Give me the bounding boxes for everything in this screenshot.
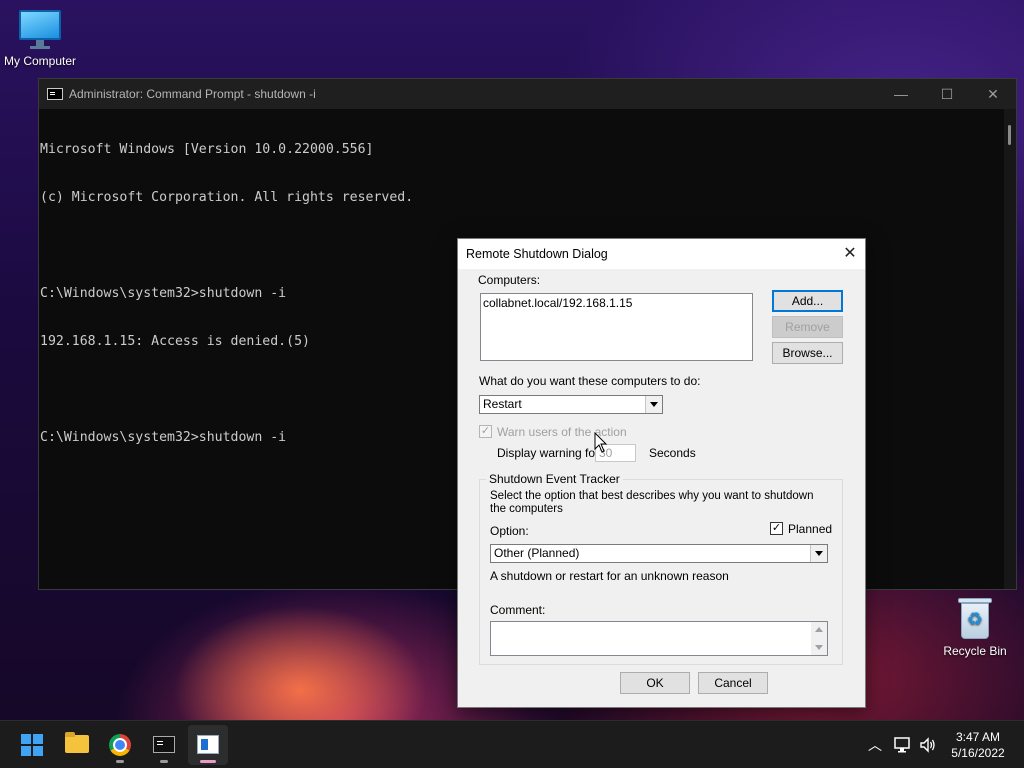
- cmd-titlebar[interactable]: Administrator: Command Prompt - shutdown…: [39, 79, 1016, 109]
- planned-checkbox[interactable]: ✓: [770, 522, 783, 535]
- clock-time: 3:47 AM: [955, 730, 1001, 744]
- computers-label: Computers:: [478, 273, 541, 287]
- console-line: Microsoft Windows [Version 10.0.22000.55…: [40, 142, 374, 157]
- terminal-icon: [153, 736, 175, 753]
- mouse-cursor-icon: [594, 432, 608, 453]
- tracker-title: Shutdown Event Tracker: [486, 472, 623, 486]
- cmd-close-button[interactable]: ✕: [970, 79, 1016, 109]
- cmd-minimize-button[interactable]: —: [878, 79, 924, 109]
- option-select-value: Other (Planned): [494, 546, 580, 560]
- computers-listbox[interactable]: collabnet.local/192.168.1.15: [480, 293, 753, 361]
- taskbar-file-explorer[interactable]: [57, 725, 97, 765]
- taskbar: ︿ 3:47 AM 5/16/2022: [0, 720, 1024, 768]
- comment-textarea[interactable]: [490, 621, 828, 656]
- monitor-icon: [19, 10, 61, 50]
- my-computer-label: My Computer: [3, 54, 77, 68]
- dialog-window-icon: [197, 735, 219, 754]
- add-button[interactable]: Add...: [772, 290, 843, 312]
- clock-date: 5/16/2022: [951, 746, 1005, 760]
- scroll-up-icon[interactable]: [815, 627, 823, 632]
- windows-logo-icon: [21, 734, 43, 756]
- browse-button[interactable]: Browse...: [772, 342, 843, 364]
- chevron-down-icon[interactable]: [645, 396, 662, 413]
- taskbar-chrome[interactable]: [100, 725, 140, 765]
- active-indicator: [200, 760, 216, 763]
- dialog-close-button[interactable]: ✕: [835, 239, 865, 269]
- recycle-bin-label: Recycle Bin: [943, 644, 1007, 658]
- dialog-titlebar[interactable]: Remote Shutdown Dialog ✕: [458, 239, 865, 269]
- remove-button[interactable]: Remove: [772, 316, 843, 338]
- running-indicator: [160, 760, 168, 763]
- comment-label: Comment:: [490, 603, 546, 617]
- seconds-label: Seconds: [649, 446, 696, 460]
- display-warning-label: Display warning for: [497, 446, 600, 460]
- option-label: Option:: [490, 524, 529, 538]
- running-indicator: [116, 760, 124, 763]
- console-line: (c) Microsoft Corporation. All rights re…: [40, 190, 414, 205]
- action-select[interactable]: Restart: [479, 395, 663, 414]
- recycle-bin-desktop-icon[interactable]: ♻ Recycle Bin: [935, 598, 1015, 658]
- scroll-down-icon[interactable]: [815, 645, 823, 650]
- chrome-icon: [109, 734, 131, 756]
- my-computer-desktop-icon[interactable]: My Computer: [0, 10, 80, 68]
- action-label: What do you want these computers to do:: [479, 374, 701, 388]
- taskbar-command-prompt[interactable]: [144, 725, 184, 765]
- list-item[interactable]: collabnet.local/192.168.1.15: [483, 296, 632, 310]
- taskbar-clock[interactable]: 3:47 AM 5/16/2022: [944, 729, 1012, 761]
- network-icon[interactable]: [893, 735, 913, 755]
- tray-overflow-chevron-icon[interactable]: ︿: [864, 721, 886, 768]
- warn-users-checkbox[interactable]: ✓: [479, 425, 492, 438]
- volume-icon[interactable]: [918, 735, 938, 755]
- cmd-maximize-button[interactable]: ☐: [924, 79, 970, 109]
- action-select-value: Restart: [483, 397, 522, 411]
- cancel-button[interactable]: Cancel: [698, 672, 768, 694]
- taskbar-remote-shutdown[interactable]: [188, 725, 228, 765]
- cmd-app-icon: [47, 88, 63, 100]
- cmd-scrollbar[interactable]: [1004, 109, 1016, 589]
- chevron-down-icon[interactable]: [810, 545, 827, 562]
- ok-button[interactable]: OK: [620, 672, 690, 694]
- comment-scrollbar[interactable]: [811, 622, 827, 655]
- tracker-description: Select the option that best describes wh…: [490, 490, 814, 515]
- planned-label: Planned: [788, 522, 833, 536]
- reason-text: A shutdown or restart for an unknown rea…: [490, 569, 729, 583]
- recycle-bin-icon: ♻: [958, 598, 992, 640]
- option-select[interactable]: Other (Planned): [490, 544, 828, 563]
- folder-icon: [65, 732, 89, 753]
- cmd-window-title: Administrator: Command Prompt - shutdown…: [69, 87, 316, 101]
- cmd-scrollbar-thumb[interactable]: [1008, 125, 1011, 145]
- dialog-title: Remote Shutdown Dialog: [466, 247, 608, 261]
- start-button[interactable]: [12, 725, 52, 765]
- remote-shutdown-dialog[interactable]: Remote Shutdown Dialog ✕ Computers: coll…: [457, 238, 866, 708]
